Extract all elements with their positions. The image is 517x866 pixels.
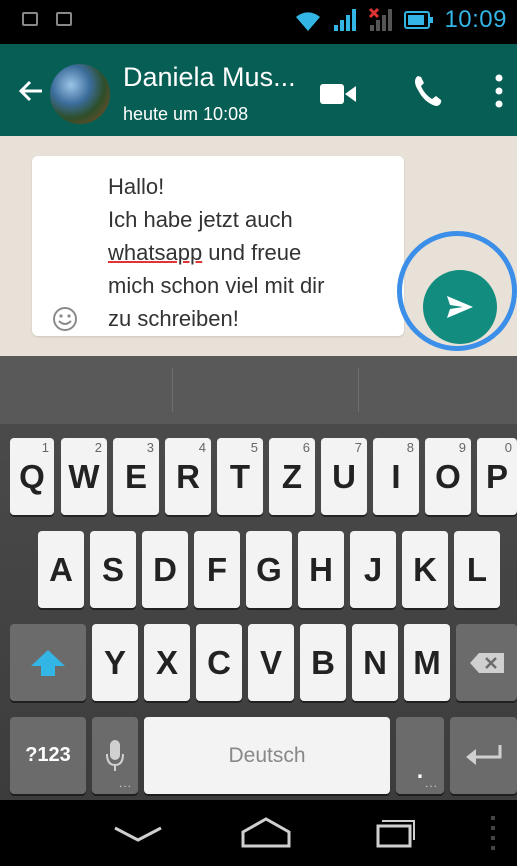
phone-icon[interactable] xyxy=(412,74,442,108)
suggestion-divider xyxy=(358,368,359,412)
message-line: mich schon viel mit dir xyxy=(108,273,325,298)
message-line: whatsapp und freue xyxy=(108,240,302,265)
key-s[interactable]: S xyxy=(90,531,136,608)
key-g[interactable]: G xyxy=(246,531,292,608)
send-button[interactable] xyxy=(423,270,497,344)
keyboard: Q1 W2 E3 R4 T5 Z6 U7 I8 O9 P0 A S D F G … xyxy=(0,424,517,800)
message-line: zu schreiben! xyxy=(108,306,239,331)
keyboard-notification-icon xyxy=(22,12,38,26)
key-f[interactable]: F xyxy=(194,531,240,608)
key-l[interactable]: L xyxy=(454,531,500,608)
key-d[interactable]: D xyxy=(142,531,188,608)
video-call-icon[interactable] xyxy=(320,82,356,106)
last-seen: heute um 10:08 xyxy=(123,104,249,124)
recent-apps-icon[interactable] xyxy=(368,816,420,848)
misspelled-word[interactable]: whatsapp xyxy=(108,240,202,265)
message-text[interactable]: Hallo! Ich habe jetzt auch whatsapp und … xyxy=(108,170,398,335)
key-o[interactable]: O9 xyxy=(425,438,471,515)
backspace-icon xyxy=(469,652,504,673)
key-q[interactable]: Q1 xyxy=(10,438,54,515)
suggestion-bar xyxy=(0,356,517,424)
key-v[interactable]: V xyxy=(248,624,294,701)
message-input[interactable]: Hallo! Ich habe jetzt auch whatsapp und … xyxy=(32,156,404,336)
key-m[interactable]: M xyxy=(404,624,450,701)
enter-key[interactable] xyxy=(450,717,517,794)
shift-key[interactable] xyxy=(10,624,86,701)
key-b[interactable]: B xyxy=(300,624,346,701)
suggestion-divider xyxy=(172,368,173,412)
enter-icon xyxy=(465,744,501,765)
key-a[interactable]: A xyxy=(38,531,84,608)
microphone-icon xyxy=(106,739,124,771)
chat-header: Daniela Mus... heute um 10:08 xyxy=(0,44,517,136)
voice-input-key[interactable]: ... xyxy=(92,717,138,794)
key-t[interactable]: T5 xyxy=(217,438,263,515)
key-x[interactable]: X xyxy=(144,624,190,701)
period-key[interactable]: . ... xyxy=(396,717,444,794)
wifi-icon xyxy=(296,12,321,31)
menu-dots-icon[interactable] xyxy=(488,814,498,852)
contact-avatar[interactable] xyxy=(50,64,110,124)
key-r[interactable]: R4 xyxy=(165,438,211,515)
home-icon[interactable] xyxy=(240,816,292,848)
key-w[interactable]: W2 xyxy=(61,438,107,515)
key-z[interactable]: Z6 xyxy=(269,438,315,515)
key-u[interactable]: U7 xyxy=(321,438,367,515)
send-icon xyxy=(447,296,473,318)
back-nav-icon[interactable] xyxy=(112,824,164,844)
key-h[interactable]: H xyxy=(298,531,344,608)
status-bar: 10:09 xyxy=(0,0,517,44)
navigation-bar xyxy=(0,800,517,866)
image-notification-icon xyxy=(56,12,72,26)
more-options-icon[interactable] xyxy=(494,74,504,108)
key-e[interactable]: E3 xyxy=(113,438,159,515)
key-c[interactable]: C xyxy=(196,624,242,701)
clock: 10:09 xyxy=(444,6,507,33)
backspace-key[interactable] xyxy=(456,624,517,701)
key-j[interactable]: J xyxy=(350,531,396,608)
symbols-key[interactable]: ?123 xyxy=(10,717,86,794)
no-signal-icon xyxy=(369,7,393,31)
space-key[interactable]: Deutsch xyxy=(144,717,390,794)
key-n[interactable]: N xyxy=(352,624,398,701)
key-p[interactable]: P0 xyxy=(477,438,517,515)
key-k[interactable]: K xyxy=(402,531,448,608)
emoji-icon[interactable] xyxy=(52,306,78,332)
contact-name[interactable]: Daniela Mus... xyxy=(123,62,296,93)
shift-arrow-icon xyxy=(31,649,65,676)
back-arrow-icon[interactable] xyxy=(18,78,44,104)
battery-icon xyxy=(404,11,434,29)
signal-icon xyxy=(334,9,357,31)
key-y[interactable]: Y xyxy=(92,624,138,701)
message-line: Hallo! xyxy=(108,174,165,199)
message-line: Ich habe jetzt auch xyxy=(108,207,293,232)
key-i[interactable]: I8 xyxy=(373,438,419,515)
